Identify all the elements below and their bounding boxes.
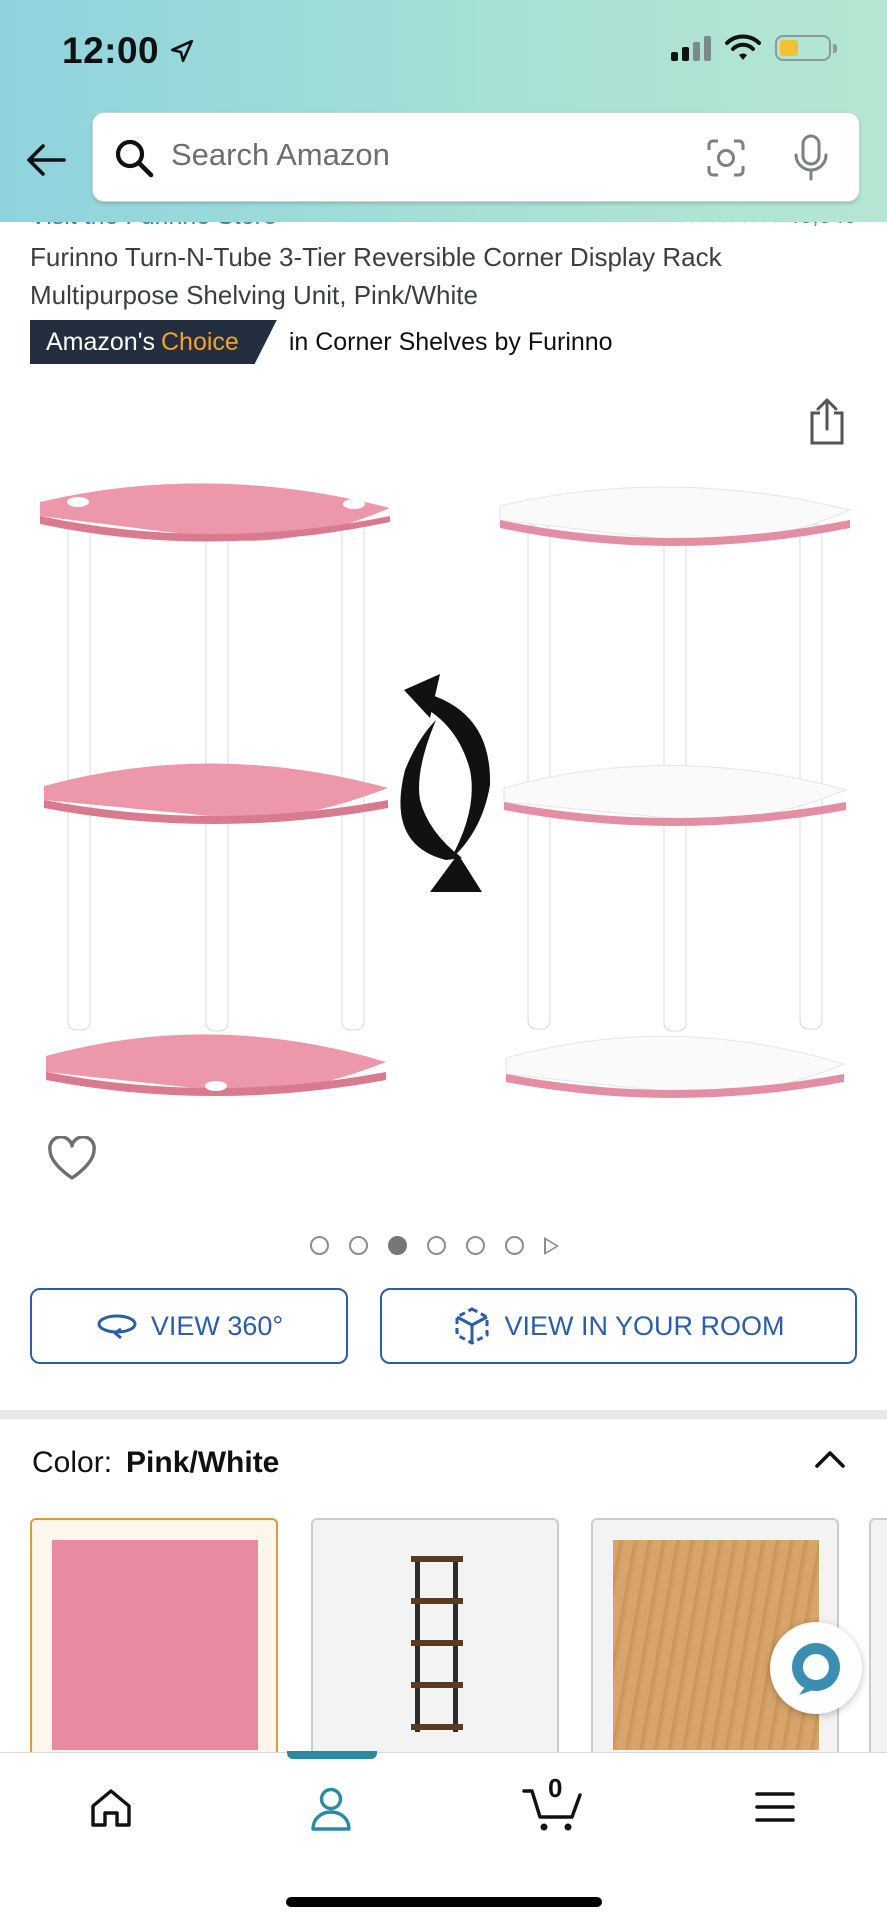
back-arrow-icon[interactable] — [24, 138, 68, 182]
image-dot[interactable] — [310, 1236, 329, 1255]
top-header: 12:00 Search Amazon — [0, 0, 887, 222]
product-image[interactable] — [0, 440, 887, 1120]
rotate-360-icon — [97, 1314, 137, 1340]
menu-icon[interactable] — [754, 1789, 796, 1825]
wifi-icon — [725, 34, 761, 60]
status-icons — [671, 34, 837, 62]
image-dot[interactable] — [505, 1236, 524, 1255]
image-dot[interactable] — [466, 1236, 485, 1255]
image-dot[interactable] — [349, 1236, 368, 1255]
microphone-icon[interactable] — [791, 133, 831, 183]
battery-icon — [775, 35, 837, 61]
video-play-icon[interactable] — [544, 1236, 559, 1255]
color-selector-label: Color: Pink/White — [32, 1446, 280, 1479]
tall-shelf-thumbnail — [411, 1556, 463, 1732]
home-icon[interactable] — [88, 1785, 134, 1831]
color-swatch-partial[interactable] — [869, 1518, 887, 1758]
share-icon[interactable] — [807, 396, 847, 446]
amazons-choice-badge: Amazon's Choice — [30, 320, 277, 364]
camera-search-icon[interactable] — [705, 137, 747, 179]
active-tab-indicator — [287, 1751, 377, 1759]
search-input[interactable]: Search Amazon — [171, 137, 390, 173]
heart-icon[interactable] — [46, 1136, 98, 1182]
view-in-room-button[interactable]: VIEW IN YOUR ROOM — [380, 1288, 857, 1364]
badge-category[interactable]: in Corner Shelves by Furinno — [289, 328, 613, 357]
product-title: Furinno Turn-N-Tube 3-Tier Reversible Co… — [30, 242, 722, 310]
section-divider — [0, 1410, 887, 1419]
home-indicator — [286, 1897, 602, 1907]
cart-button[interactable]: 0 — [522, 1773, 586, 1833]
pink-shelf-unit — [40, 469, 390, 1096]
cart-count: 0 — [548, 1773, 563, 1803]
reverse-arrows — [400, 674, 491, 892]
status-time: 12:00 — [62, 30, 195, 72]
chevron-up-icon[interactable] — [813, 1444, 847, 1474]
white-shelf-unit — [499, 486, 852, 1098]
selected-color: Pink/White — [126, 1446, 280, 1479]
image-dot-active[interactable] — [388, 1236, 407, 1255]
bottom-nav: 0 — [0, 1751, 887, 1920]
image-pagination[interactable] — [310, 1236, 559, 1255]
image-dot[interactable] — [427, 1236, 446, 1255]
account-icon[interactable] — [308, 1785, 354, 1833]
search-icon — [115, 139, 154, 178]
chat-assistant-button[interactable] — [770, 1622, 862, 1714]
amazons-choice-row: Amazon's Choice in Corner Shelves by Fur… — [30, 320, 613, 364]
product-page: 12:00 Search Amazon Furinno Turn-N-Tube … — [0, 0, 887, 1920]
ar-cube-icon — [455, 1307, 489, 1345]
color-swatch-pink-white[interactable] — [30, 1518, 278, 1758]
chat-bubble-icon — [792, 1643, 840, 1695]
search-bar[interactable]: Search Amazon — [92, 112, 860, 202]
location-arrow-icon — [171, 39, 194, 63]
cellular-signal-icon — [671, 35, 711, 61]
color-swatch-tall-shelf[interactable] — [311, 1518, 559, 1758]
view-360-button[interactable]: VIEW 360° — [30, 1288, 348, 1364]
